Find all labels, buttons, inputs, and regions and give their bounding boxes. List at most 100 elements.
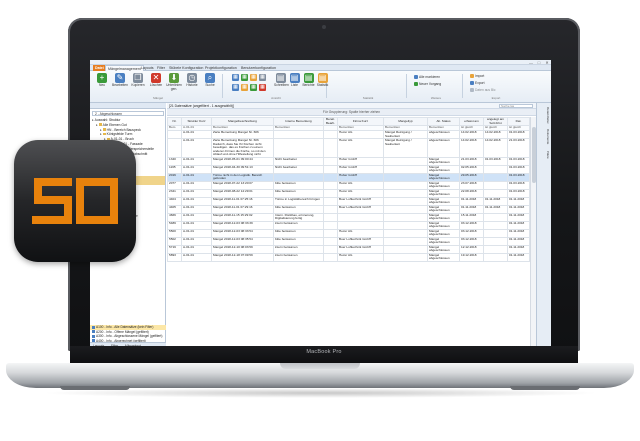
table-cell: abgeschlossen	[427, 138, 460, 158]
view-button-label-1: Liste	[291, 83, 298, 87]
table-cell	[323, 244, 338, 254]
ribbon-button-0[interactable]: + Neu	[94, 73, 110, 95]
column-header-1[interactable]: Struktur Kurz	[181, 117, 212, 126]
column-header-7[interactable]: Alt. Status	[427, 117, 460, 126]
table-cell	[483, 236, 508, 246]
table-row[interactable]: 5500 A-01-01 Mangel 2018-12-03 08:33:54 bit…	[167, 228, 530, 238]
grid-search-input[interactable]: Suche las	[499, 104, 533, 108]
table-cell: Mangel abgeschlossen	[427, 220, 460, 230]
structure-filter-select[interactable]: 2 - Abgeschlossen	[92, 111, 164, 116]
tree-expand-icon[interactable]: ▸	[100, 128, 102, 132]
ribbon-button-4[interactable]: ⬇ Unterlinien gen.	[166, 73, 182, 95]
small-button-0[interactable]: Alle markieren	[414, 75, 440, 80]
column-header-10[interactable]: Dat.	[507, 117, 530, 126]
ribbon-label-3: Löschen	[149, 83, 163, 87]
ribbon-button-2[interactable]: ❐ Kopieren	[130, 73, 146, 95]
table-row[interactable]: 4404 A-01-01 Mangel 2018-11-01 07:25:16 Tür…	[167, 196, 530, 206]
right-tab-1[interactable]: Dokumente	[539, 129, 550, 144]
laptop-foot-left	[60, 386, 130, 390]
column-header-8[interactable]: erfasst am	[459, 117, 484, 126]
view-toggle-icon-3[interactable]: ▦	[259, 74, 266, 81]
ribbon-group-label-3: Weitere	[430, 96, 442, 100]
table-cell	[483, 188, 508, 198]
table-cell: bitte beräumen	[273, 204, 324, 214]
right-tab-0[interactable]: Detail-Reiter	[539, 107, 550, 124]
ribbon-icon-6: ⌕	[205, 73, 215, 83]
ribbon-button-3[interactable]: ✕ Löschen	[148, 73, 164, 95]
view-toggle-icon-5[interactable]: ▦	[241, 84, 248, 91]
table-cell: A-01-01	[181, 212, 212, 222]
view-icon	[92, 330, 95, 334]
right-tab-2[interactable]: Pläne	[539, 151, 550, 159]
table-row[interactable]: A-01-01 Zarte Bemerkung Mangel Nr. 606 Da…	[167, 138, 530, 158]
table-row[interactable]: A-01-01 Zarte Bemerkung Mangel Nr. 606 Hez…	[167, 130, 530, 139]
view-list-label: A300 - Info - Abgeschlossene Mängel (gef…	[96, 334, 163, 339]
table-cell: 4405	[167, 204, 182, 214]
table-cell	[483, 252, 508, 262]
table-cell: A-01-01	[181, 196, 212, 206]
table-row[interactable]: 4405 A-01-01 Mangel 2018-11-01 07:29:16 bit…	[167, 204, 530, 214]
table-cell: Mangel abgeschlossen	[427, 180, 460, 190]
export-button-0[interactable]: Import	[470, 74, 484, 79]
table-cell	[483, 228, 508, 238]
table-cell: 01.11.2018	[507, 236, 530, 246]
table-cell: 5500	[167, 228, 182, 238]
ribbon-label-5: Historie	[186, 83, 198, 87]
column-header-0[interactable]: Nr.	[167, 117, 182, 126]
table-row[interactable]: 5502 A-01-01 Mangel 2018-12-03 08:35:54 bit…	[167, 236, 530, 246]
column-header-4[interactable]: Bereit. Bearb.	[323, 117, 338, 126]
group-by-bar[interactable]: Für Gruppierung: Spalte hierher ziehen	[167, 109, 536, 116]
export-button-2[interactable]: Daten aus Bic	[470, 88, 496, 93]
view-toggle-icon-4[interactable]: ▦	[232, 84, 239, 91]
table-row[interactable]: 2077 A-01-01 Mangel 2018-07-22 13:20:07 bit…	[167, 180, 530, 190]
table-row[interactable]: 5489 A-01-01 Mangel 2018-12-03 08:33:39 int…	[167, 220, 530, 230]
table-row[interactable]: 2341 A-01-01 Mangel 2018-08-22 14:29:01 bit…	[167, 188, 530, 198]
table-cell: Boer Lufttechnik GmbH	[337, 204, 384, 214]
table-cell: Intern. Rückbau, erinnerung, Digitalisie…	[273, 212, 324, 222]
view-toggle-icon-0[interactable]: ▦	[232, 74, 239, 81]
table-row[interactable]: 2016 A-01-01 Türme nicht in den Logistik. …	[167, 172, 530, 182]
table-cell: 03.12.2018	[459, 220, 484, 230]
view-button-2[interactable]: ▤ Berichte	[302, 73, 315, 95]
table-row[interactable]: 4666 A-01-01 Mangel 2018-11-15 15:29:02 Int…	[167, 212, 530, 222]
table-cell	[483, 212, 508, 222]
table-cell	[323, 212, 338, 222]
small-button-1[interactable]: Neuer Vorgang	[414, 82, 441, 87]
column-header-3[interactable]: Interne Bemerkung	[273, 117, 324, 126]
table-cell	[383, 244, 428, 254]
table-row[interactable]: 1165 A-01-01 Mangel 2018-04-30 09:51:13 Nic…	[167, 164, 530, 174]
column-header-9[interactable]: angelegt am Soll-Frist	[483, 117, 508, 126]
table-cell: Zarte Bemerkung Mangel Nr. 606 Dadurch, …	[211, 138, 274, 158]
table-cell: 01.03.2018	[483, 156, 508, 166]
table-cell: A-01-01	[181, 236, 212, 246]
table-row[interactable]: 5893 A-01-01 Mangel 2018-12-18 07:09:59 int…	[167, 252, 530, 262]
table-row[interactable]: 5719 A-01-01 Mangel 2018-12-10 08:03:59 int…	[167, 244, 530, 254]
view-toggle-icon-6[interactable]: ▦	[250, 84, 257, 91]
view-toggle-icon-2[interactable]: ▦	[250, 74, 257, 81]
column-header-6[interactable]: Mangeltyp	[383, 117, 428, 126]
export-button-1[interactable]: Export	[470, 81, 485, 86]
table-cell: 5502	[167, 236, 182, 246]
table-cell: A-01-01	[181, 220, 212, 230]
column-header-5[interactable]: Firma Kurz	[337, 117, 384, 126]
tree-expand-icon[interactable]: ▸	[100, 132, 102, 136]
table-cell: Hezer AG	[337, 130, 384, 139]
view-button-1[interactable]: ▤ Liste	[288, 73, 301, 95]
table-cell: Mangel abgeschlossen	[427, 188, 460, 198]
small-button-icon-1	[414, 82, 418, 86]
table-cell: Türme in Logistikbereich bringen	[273, 196, 324, 206]
view-toggle-icon-1[interactable]: ▦	[241, 74, 248, 81]
view-button-3[interactable]: ▤ Statistik	[316, 73, 329, 95]
ribbon-button-1[interactable]: ✎ Bearbeiten	[112, 73, 128, 95]
table-cell	[483, 164, 508, 174]
ribbon-button-6[interactable]: ⌕ Suche	[202, 73, 218, 95]
table-cell: A-01-01	[181, 130, 212, 139]
ribbon-button-5[interactable]: ◷ Historie	[184, 73, 200, 95]
tree-expand-icon[interactable]: ▸	[96, 123, 98, 127]
table-row[interactable]: 1340 A-01-01 Mangel 2018-05-01 09:00:44 Nic…	[167, 156, 530, 166]
view-toggle-icon-7[interactable]: ▦	[259, 84, 266, 91]
table-cell: A-01-01	[181, 138, 212, 158]
view-button-0[interactable]: ▤ Schreiben	[274, 73, 289, 95]
column-header-2[interactable]: Mangelbeschreibung	[211, 117, 274, 126]
tree-expand-icon[interactable]: ▸	[92, 118, 94, 122]
